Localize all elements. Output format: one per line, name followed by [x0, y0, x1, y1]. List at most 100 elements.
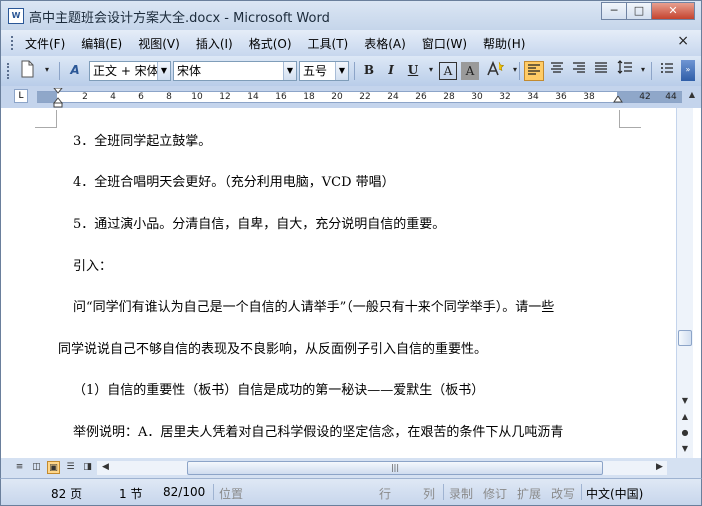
line-spacing-dropdown-icon[interactable]: ▾: [633, 60, 653, 81]
scroll-right-arrow-icon[interactable]: ▶: [653, 461, 666, 474]
status-page-of: 82/100: [163, 485, 206, 499]
chevron-down-icon[interactable]: ▼: [157, 62, 170, 80]
chevron-down-icon[interactable]: ▼: [335, 62, 348, 80]
menu-items: 文件(F) 编辑(E) 视图(V) 插入(I) 格式(O) 工具(T) 表格(A…: [25, 35, 541, 52]
ruler-tick: 20: [331, 92, 343, 102]
horizontal-scrollbar[interactable]: ◀ ||| ▶: [97, 461, 667, 475]
tab-selector-button[interactable]: L: [14, 89, 28, 103]
vertical-scrollbar[interactable]: ▼ ▲ ● ▼: [676, 108, 693, 458]
horizontal-ruler[interactable]: 2 4 6 8 10 12 14 16 18 20 22 24 26 28 30…: [37, 88, 682, 108]
scroll-down-arrow-icon[interactable]: ▼: [677, 394, 693, 408]
menu-help[interactable]: 帮助(H): [483, 35, 525, 52]
menu-tools[interactable]: 工具(T): [308, 35, 349, 52]
effects-dropdown-icon[interactable]: ▾: [505, 60, 525, 81]
horizontal-scroll-thumb[interactable]: |||: [187, 461, 603, 475]
toolbar-grip-handle[interactable]: [7, 63, 10, 79]
formatting-toolbar: ▾ A 正文 + 宋体 ▼ 宋体 ▼ 五号 ▼ B I U ▾ A A ▾ ▾ …: [0, 56, 702, 86]
new-document-icon[interactable]: [17, 60, 37, 81]
ruler-tick: 44: [665, 92, 677, 102]
close-button[interactable]: ✕: [651, 2, 695, 20]
status-revise[interactable]: 修订: [483, 485, 507, 502]
ruler-toggle-icon[interactable]: ▲: [685, 88, 699, 102]
scroll-left-arrow-icon[interactable]: ◀: [99, 461, 112, 474]
status-line: 行: [379, 487, 392, 501]
ruler-tick: 12: [219, 92, 231, 102]
char-border-button[interactable]: A: [439, 62, 457, 80]
select-browse-object-icon[interactable]: ●: [677, 426, 693, 440]
status-bar: 82 页 1 节 82/100 位置 行 列 录制 修订 扩展 改写 中文(中国…: [0, 478, 702, 506]
status-separator: [213, 484, 214, 500]
normal-view-icon[interactable]: ≡: [13, 461, 26, 474]
status-position: 位置: [219, 487, 244, 501]
style-select[interactable]: 正文 + 宋体 ▼: [89, 61, 171, 81]
menu-file[interactable]: 文件(F): [25, 35, 65, 52]
bold-button[interactable]: B: [359, 60, 379, 81]
menu-edit[interactable]: 编辑(E): [81, 35, 122, 52]
font-select-value: 宋体: [177, 64, 202, 78]
toolbar-separator: [519, 62, 520, 80]
minimize-button[interactable]: ─: [601, 2, 627, 20]
font-select[interactable]: 宋体 ▼: [173, 61, 297, 81]
underline-dropdown-icon[interactable]: ▾: [421, 60, 441, 81]
ruler-tick: 22: [359, 92, 371, 102]
line-spacing-icon[interactable]: [615, 60, 635, 81]
italic-button[interactable]: I: [381, 60, 401, 81]
status-language[interactable]: 中文(中国): [586, 485, 643, 502]
toolbar-options-icon[interactable]: »: [681, 60, 695, 81]
vertical-scroll-thumb[interactable]: [678, 330, 692, 346]
right-indent-marker[interactable]: [613, 96, 623, 104]
page-corner-mark: [619, 110, 641, 128]
ruler-bar: L 2 4 6 8 10 12 14 16 18 20 22 24 26 28 …: [0, 86, 702, 108]
paragraph: 5．通过演小品。分清自信，自卑，自大，充分说明自信的重要。: [73, 217, 446, 232]
menu-table[interactable]: 表格(A): [364, 35, 406, 52]
font-size-select[interactable]: 五号 ▼: [299, 61, 349, 81]
char-shading-button[interactable]: A: [461, 62, 479, 80]
document-area[interactable]: 3．全班同学起立鼓掌。 4．全班合唱明天会更好。（充分利用电脑，VCD 带唱） …: [0, 108, 702, 458]
paragraph: 同学说说自己不够自信的表现及不良影响，从反面例子引入自信的重要性。: [58, 342, 488, 357]
align-left-button[interactable]: [524, 61, 544, 81]
status-column: 列: [423, 487, 436, 501]
left-indent-marker[interactable]: [53, 88, 63, 108]
paragraph: 引入：: [73, 259, 113, 274]
next-page-icon[interactable]: ▼: [677, 442, 693, 456]
paragraph: 3．全班同学起立鼓掌。: [73, 134, 212, 149]
web-layout-icon[interactable]: ◫: [30, 461, 43, 474]
maximize-button[interactable]: □: [626, 2, 652, 20]
word-doc-icon[interactable]: W: [8, 8, 24, 24]
toolbar-separator: [59, 62, 60, 80]
text-effects-icon[interactable]: [485, 60, 505, 81]
reading-layout-icon[interactable]: ◨: [81, 461, 94, 474]
ruler-tick: 14: [247, 92, 259, 102]
numbering-icon[interactable]: [657, 60, 677, 81]
ruler-tick: 8: [166, 92, 172, 102]
dropdown-arrow-icon[interactable]: ▾: [37, 60, 57, 81]
toolbar-separator: [651, 62, 652, 80]
ruler-tick: 36: [555, 92, 567, 102]
justify-button[interactable]: [591, 60, 611, 81]
ruler-tick: 32: [499, 92, 511, 102]
close-document-button[interactable]: ×: [677, 33, 689, 49]
status-extend[interactable]: 扩展: [517, 485, 541, 502]
ruler-tick: 28: [443, 92, 455, 102]
menu-view[interactable]: 视图(V): [138, 35, 180, 52]
chevron-down-icon[interactable]: ▼: [283, 62, 296, 80]
print-layout-icon[interactable]: ▣: [47, 461, 60, 474]
paragraph: （1）自信的重要性（板书）自信是成功的第一秘诀——爱默生（板书）: [73, 383, 485, 398]
menu-window[interactable]: 窗口(W): [422, 35, 467, 52]
ruler-tick: 18: [303, 92, 315, 102]
align-right-button[interactable]: [569, 60, 589, 81]
ruler-tick: 6: [138, 92, 144, 102]
status-overtype[interactable]: 改写: [551, 485, 575, 502]
previous-page-icon[interactable]: ▲: [677, 410, 693, 424]
status-record[interactable]: 录制: [449, 485, 473, 502]
menu-bar: 文件(F) 编辑(E) 视图(V) 插入(I) 格式(O) 工具(T) 表格(A…: [0, 30, 702, 56]
underline-button[interactable]: U: [403, 60, 423, 81]
ruler-tick: 2: [82, 92, 88, 102]
align-center-button[interactable]: [547, 60, 567, 81]
styles-icon[interactable]: A: [65, 60, 85, 81]
menu-grip-handle[interactable]: [11, 36, 14, 50]
outline-view-icon[interactable]: ☰: [64, 461, 77, 474]
toolbar-separator: [354, 62, 355, 80]
menu-insert[interactable]: 插入(I): [196, 35, 233, 52]
menu-format[interactable]: 格式(O): [249, 35, 292, 52]
